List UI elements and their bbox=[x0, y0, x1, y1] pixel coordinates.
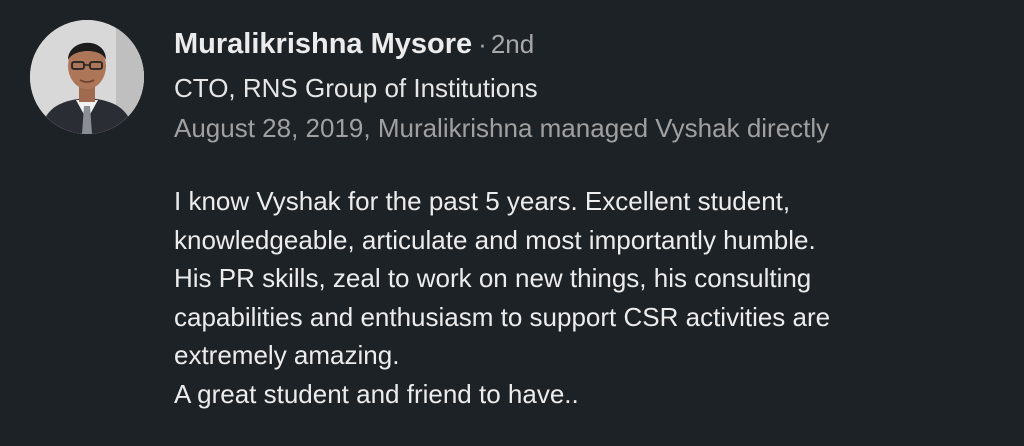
name-row: Muralikrishna Mysore · 2nd bbox=[174, 24, 1004, 64]
connection-degree: 2nd bbox=[490, 29, 535, 59]
recommender-name[interactable]: Muralikrishna Mysore bbox=[174, 28, 472, 60]
profile-photo-icon bbox=[30, 20, 144, 134]
name-separator: · bbox=[478, 29, 487, 59]
avatar[interactable] bbox=[30, 20, 144, 134]
recommendation-card: Muralikrishna Mysore · 2nd CTO, RNS Group … bbox=[0, 0, 1024, 446]
recommendation-text: I know Vyshak for the past 5 years. Exce… bbox=[174, 182, 994, 413]
recommendation-line: capabilities and enthusiasm to support C… bbox=[174, 301, 831, 332]
recommendation-line: extremely amazing. bbox=[174, 340, 400, 370]
recommendation-line: I know Vyshak for the past 5 years. Exce… bbox=[174, 186, 791, 216]
recommender-headline: CTO, RNS Group of Institutions bbox=[174, 73, 538, 103]
recommendation-meta: August 28, 2019, Muralikrishna managed V… bbox=[174, 113, 830, 143]
recommendation-line: A great student and friend to have.. bbox=[174, 378, 579, 409]
recommendation-line: knowledgeable, articulate and most impor… bbox=[174, 224, 816, 255]
recommendation-line: His PR skills, zeal to work on new thing… bbox=[174, 263, 812, 293]
recommender-header: Muralikrishna Mysore · 2nd CTO, RNS Group … bbox=[174, 24, 1004, 148]
